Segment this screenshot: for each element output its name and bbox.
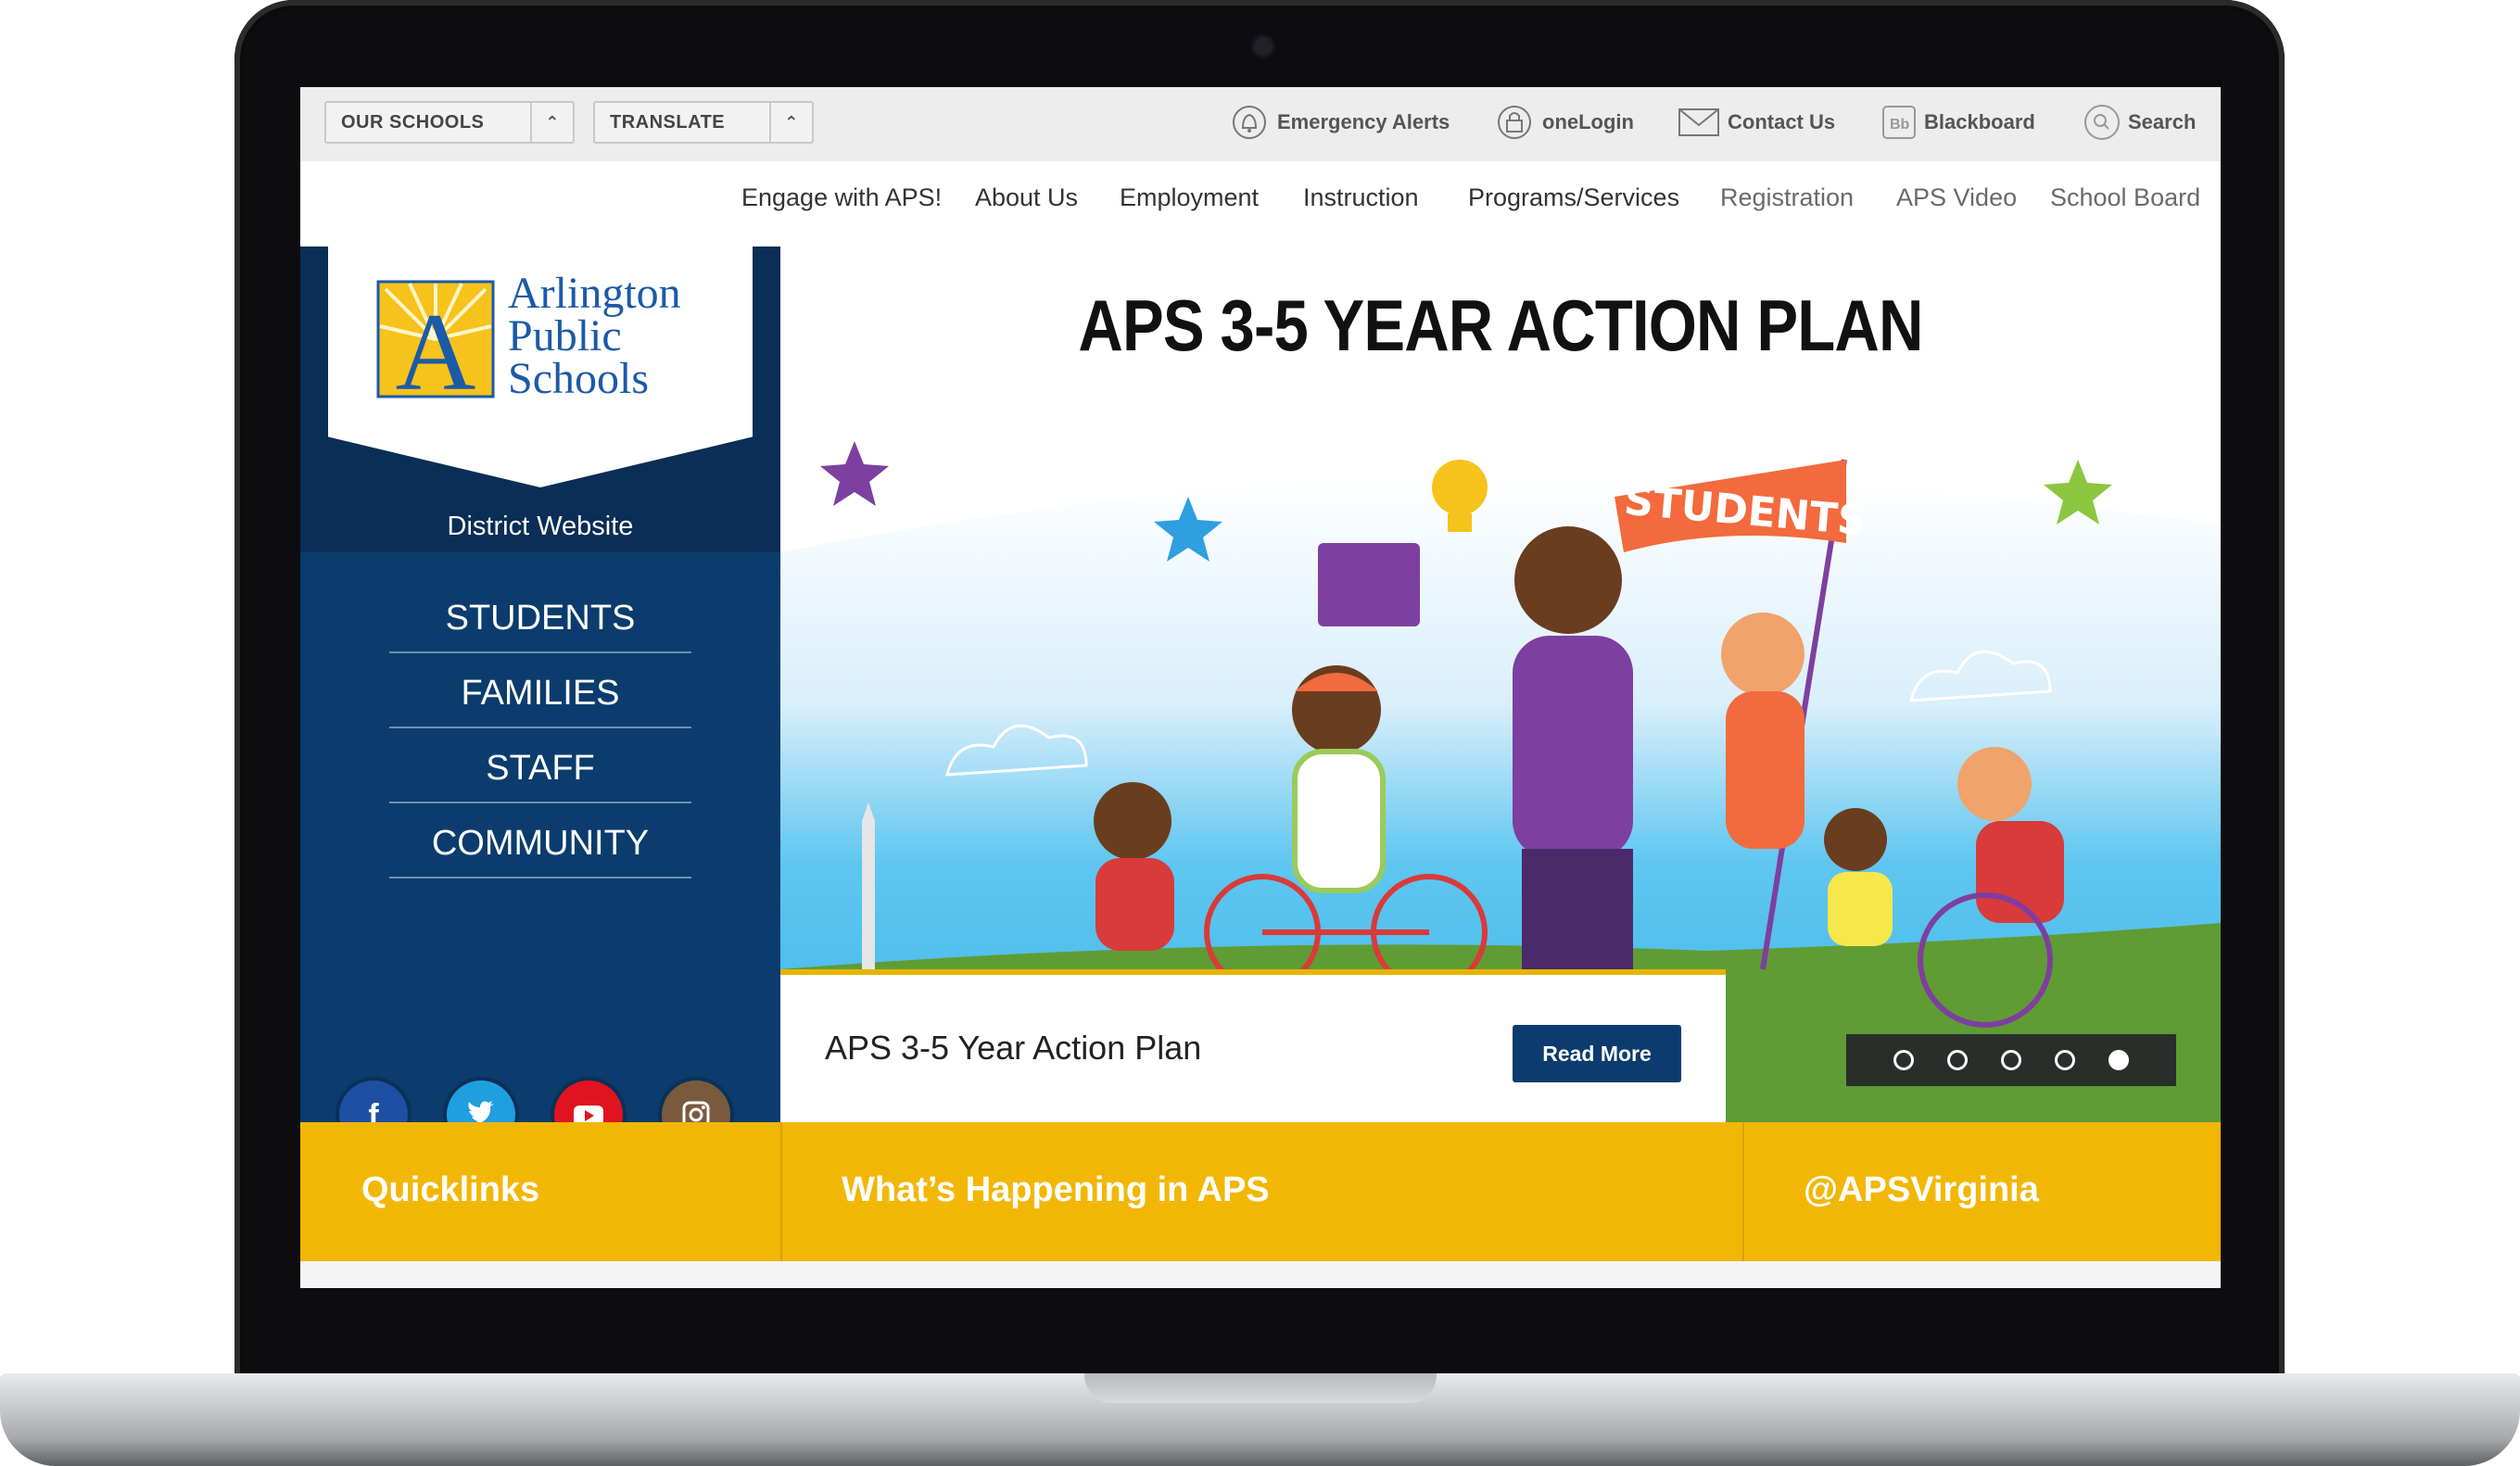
laptop-notch xyxy=(1084,1373,1437,1403)
carousel-dot-3[interactable] xyxy=(2001,1050,2021,1070)
search-icon xyxy=(2083,104,2121,141)
blackboard-label: Blackboard xyxy=(1924,110,2035,133)
emergency-alerts-label: Emergency Alerts xyxy=(1277,110,1450,133)
carousel-dot-4[interactable] xyxy=(2055,1050,2075,1070)
contact-us-label: Contact Us xyxy=(1728,110,1836,133)
logo-line-3: Schools xyxy=(508,354,650,403)
onelogin-link[interactable]: oneLogin xyxy=(1494,104,1634,141)
envelope-icon xyxy=(1678,107,1720,138)
emergency-alerts-link[interactable]: Emergency Alerts xyxy=(1231,104,1450,141)
nav-instruction[interactable]: Instruction xyxy=(1303,183,1419,212)
translate-label: TRANSLATE xyxy=(610,111,726,133)
district-website-label: District Website xyxy=(447,512,634,541)
svg-text:Bb: Bb xyxy=(1890,117,1910,133)
hero-caption: APS 3-5 Year Action Plan Read More xyxy=(780,969,1726,1122)
nav-programs-services[interactable]: Programs/Services xyxy=(1468,183,1679,212)
nav-registration[interactable]: Registration xyxy=(1720,183,1854,212)
audience-community[interactable]: COMMUNITY xyxy=(389,815,691,878)
svg-text:A: A xyxy=(396,290,476,398)
search-link[interactable]: Search xyxy=(2083,104,2196,141)
caption-title: APS 3-5 Year Action Plan xyxy=(825,1029,1202,1067)
main-nav: Engage with APS! About Us Employment Ins… xyxy=(300,161,2221,246)
carousel-dot-1[interactable] xyxy=(1893,1050,1914,1070)
logo-card[interactable]: A Arlington Public Schools xyxy=(328,246,753,487)
audience-staff[interactable]: STAFF xyxy=(389,739,691,803)
nav-school-board[interactable]: School Board xyxy=(2050,183,2200,212)
hero-carousel[interactable]: STUDENTS APS 3-5 YEAR ACTION PLAN APS 3-… xyxy=(780,246,2221,1122)
carousel-pager xyxy=(1846,1034,2176,1086)
logo-line-2: Public xyxy=(508,311,622,360)
onelogin-label: oneLogin xyxy=(1542,110,1634,133)
nav-about-us[interactable]: About Us xyxy=(975,183,1078,212)
audience-families[interactable]: FAMILIES xyxy=(389,664,691,728)
search-label: Search xyxy=(2128,110,2197,133)
utility-bar: OUR SCHOOLS ⌃ TRANSLATE ⌃ Emergency Aler… xyxy=(300,87,2221,162)
quicklinks-heading: Quicklinks xyxy=(361,1170,540,1209)
carousel-dot-2[interactable] xyxy=(1947,1050,1968,1070)
lock-icon xyxy=(1494,104,1535,141)
chevron-up-icon: ⌃ xyxy=(769,103,812,142)
blackboard-link[interactable]: Bb Blackboard xyxy=(1881,104,2035,141)
happening-heading: What’s Happening in APS xyxy=(842,1170,1270,1209)
aps-logo-emblem: A xyxy=(376,280,495,398)
hero-title: APS 3-5 YEAR ACTION PLAN xyxy=(1078,284,1923,366)
webcam xyxy=(1254,37,1273,56)
bottom-feature-bar: Quicklinks What’s Happening in APS @APSV… xyxy=(300,1122,2221,1288)
contact-us-link[interactable]: Contact Us xyxy=(1678,104,1835,141)
chevron-up-icon: ⌃ xyxy=(530,103,573,142)
carousel-dot-5[interactable] xyxy=(2108,1050,2129,1070)
our-schools-dropdown[interactable]: OUR SCHOOLS ⌃ xyxy=(324,101,575,144)
alert-bell-icon xyxy=(1231,104,1270,141)
translate-dropdown[interactable]: TRANSLATE ⌃ xyxy=(593,101,814,144)
read-more-button[interactable]: Read More xyxy=(1513,1025,1681,1082)
logo-line-1: Arlington xyxy=(508,269,681,318)
nav-aps-video[interactable]: APS Video xyxy=(1896,183,2017,212)
twitter-handle: @APSVirginia xyxy=(1804,1170,2039,1209)
blackboard-icon: Bb xyxy=(1881,105,1917,140)
our-schools-label: OUR SCHOOLS xyxy=(341,111,485,133)
audience-students[interactable]: STUDENTS xyxy=(389,589,691,653)
website-screen: OUR SCHOOLS ⌃ TRANSLATE ⌃ Emergency Aler… xyxy=(300,87,2221,1288)
sidebar: A Arlington Public Schools District Webs… xyxy=(300,246,780,1149)
nav-engage[interactable]: Engage with APS! xyxy=(741,183,942,212)
content-strip xyxy=(300,1261,2221,1288)
nav-employment[interactable]: Employment xyxy=(1120,183,1259,212)
logo-wordmark: Arlington Public Schools xyxy=(508,269,681,403)
